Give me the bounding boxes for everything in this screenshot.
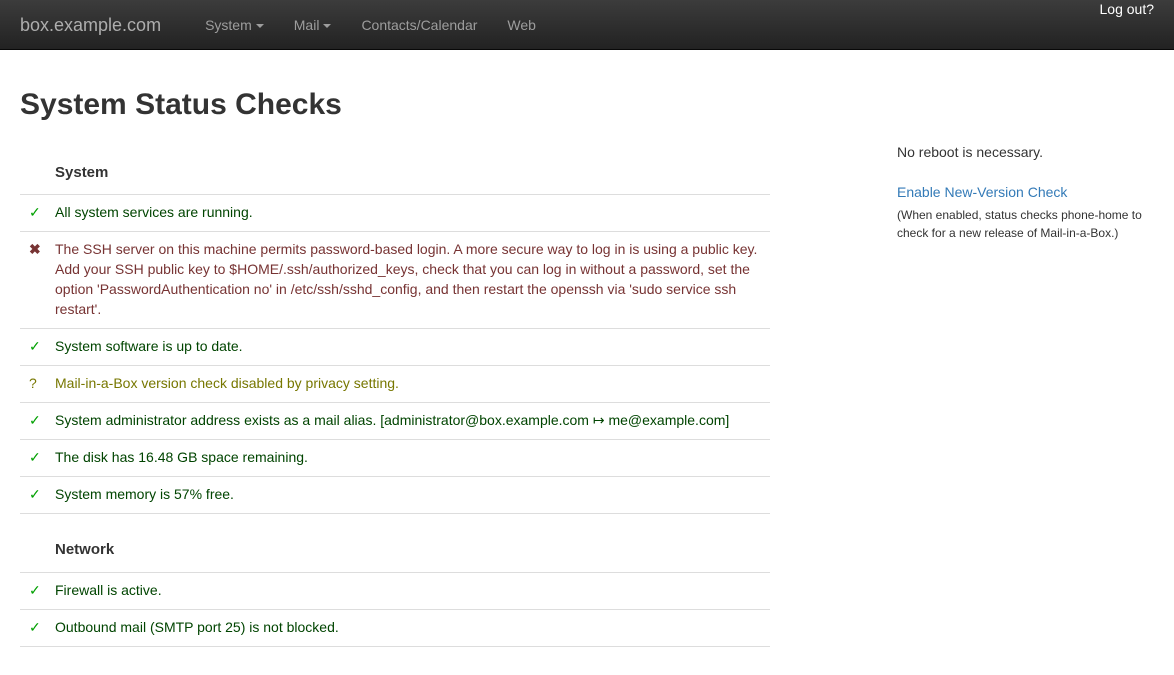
- status-check-row: ✓ System software is up to date.: [20, 329, 770, 366]
- section-heading: System: [55, 162, 108, 183]
- heading-icon-spacer: [20, 162, 55, 183]
- status-text: Firewall is active.: [55, 581, 770, 601]
- status-check-row: ? Mail-in-a-Box version check disabled b…: [20, 366, 770, 403]
- status-check-row: ✖ The SSH server on this machine permits…: [20, 232, 770, 329]
- status-icon: ✓: [20, 581, 55, 601]
- status-icon: ✓: [20, 618, 55, 638]
- status-check-row: ✓ Outbound mail (SMTP port 25) is not bl…: [20, 610, 770, 647]
- nav-label-system: System: [205, 17, 252, 33]
- status-checks: System ✓ All system services are running…: [20, 137, 770, 647]
- chevron-down-icon: [256, 24, 264, 28]
- nav-link-contacts-calendar[interactable]: Contacts/Calendar: [346, 0, 492, 50]
- status-text: Outbound mail (SMTP port 25) is not bloc…: [55, 618, 770, 638]
- chevron-down-icon: [323, 24, 331, 28]
- nav-label-contacts-calendar: Contacts/Calendar: [361, 17, 477, 33]
- status-check-row: ✓ All system services are running.: [20, 195, 770, 232]
- status-text: System administrator address exists as a…: [55, 411, 770, 431]
- status-check-row: ✓ System memory is 57% free.: [20, 477, 770, 514]
- status-check-row: ✓ The disk has 16.48 GB space remaining.: [20, 440, 770, 477]
- heading-icon-spacer: [20, 539, 55, 560]
- nav-link-web[interactable]: Web: [492, 0, 551, 50]
- status-icon: ✖: [20, 240, 55, 320]
- status-section: Network ✓ Firewall is active. ✓ Outbound…: [20, 514, 770, 646]
- status-icon: ?: [20, 374, 55, 394]
- reboot-status: No reboot is necessary.: [897, 143, 1157, 163]
- nav-label-web: Web: [507, 17, 536, 33]
- status-icon: ✓: [20, 448, 55, 468]
- brand-link[interactable]: box.example.com: [0, 0, 176, 49]
- status-text: System software is up to date.: [55, 337, 770, 357]
- section-heading-row: System: [20, 137, 770, 195]
- status-text: The SSH server on this machine permits p…: [55, 240, 770, 320]
- status-icon: ✓: [20, 203, 55, 223]
- nav-item-system: System: [190, 0, 279, 49]
- status-text: The disk has 16.48 GB space remaining.: [55, 448, 770, 468]
- nav-link-mail[interactable]: Mail: [279, 0, 347, 50]
- main-content: System Status Checks System ✓ All system…: [0, 84, 1174, 647]
- sidebar: No reboot is necessary. Enable New-Versi…: [897, 137, 1157, 242]
- status-icon: ✓: [20, 485, 55, 505]
- section-heading-row: Network: [20, 514, 770, 572]
- nav-label-mail: Mail: [294, 17, 320, 33]
- status-section: System ✓ All system services are running…: [20, 137, 770, 514]
- status-check-row: ✓ Firewall is active.: [20, 573, 770, 610]
- logout-link[interactable]: Log out?: [1100, 1, 1174, 17]
- status-icon: ✓: [20, 411, 55, 431]
- status-icon: ✓: [20, 337, 55, 357]
- enable-version-check-link[interactable]: Enable New-Version Check: [897, 183, 1067, 203]
- version-check-note: (When enabled, status checks phone-home …: [897, 206, 1157, 242]
- status-text: System memory is 57% free.: [55, 485, 770, 505]
- status-text: Mail-in-a-Box version check disabled by …: [55, 374, 770, 394]
- nav-item-mail: Mail: [279, 0, 347, 49]
- nav-item-contacts-calendar: Contacts/Calendar: [346, 0, 492, 49]
- page-title: System Status Checks: [20, 84, 1154, 127]
- navbar-right: Log out?: [1100, 0, 1174, 49]
- status-text: All system services are running.: [55, 203, 770, 223]
- status-check-row: ✓ System administrator address exists as…: [20, 403, 770, 440]
- nav-item-web: Web: [492, 0, 551, 49]
- main-nav: System Mail Contacts/Calendar Web: [190, 0, 551, 49]
- nav-link-system[interactable]: System: [190, 0, 279, 50]
- navbar: box.example.com System Mail Contacts/Cal…: [0, 0, 1174, 50]
- section-heading: Network: [55, 539, 114, 560]
